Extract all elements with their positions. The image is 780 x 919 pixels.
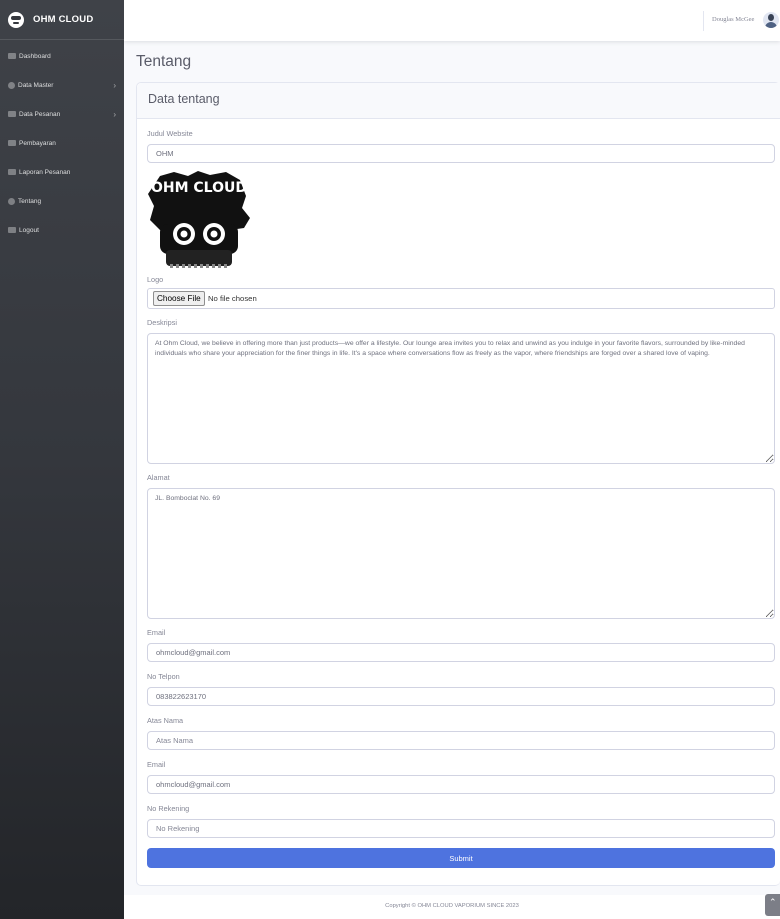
sidebar-item-data-master[interactable]: Data Master › <box>0 75 124 95</box>
no-telpon-input[interactable] <box>147 687 775 706</box>
sidebar-item-laporan-pesanan[interactable]: Laporan Pesanan <box>0 162 124 182</box>
report-icon <box>8 169 16 175</box>
sidebar-item-label: Data Master <box>18 81 54 89</box>
gear-icon <box>8 81 15 89</box>
chevron-right-icon: › <box>113 80 116 90</box>
file-status: No file chosen <box>208 294 257 303</box>
sidebar-item-dashboard[interactable]: Dashboard <box>0 46 124 66</box>
cart-icon <box>8 111 16 117</box>
atas-nama-label: Atas Nama <box>147 716 184 725</box>
brand-logo-icon <box>8 11 24 28</box>
dashboard-icon <box>8 53 16 59</box>
email-2-label: Email <box>147 760 166 769</box>
card-title: Data tentang <box>148 92 220 106</box>
user-name[interactable]: Douglas McGee <box>712 16 754 23</box>
logo-text: OHM CLOUD <box>151 180 247 196</box>
email-label: Email <box>147 628 166 637</box>
judul-website-label: Judul Website <box>147 129 193 138</box>
page-title: Tentang <box>136 53 192 70</box>
logo-label: Logo <box>147 275 164 284</box>
sidebar-brand[interactable]: OHM CLOUD <box>0 0 124 40</box>
sidebar-item-label: Pembayaran <box>19 139 56 147</box>
no-rekening-input[interactable] <box>147 819 775 838</box>
credit-card-icon <box>8 140 16 146</box>
avatar[interactable] <box>763 12 779 28</box>
email-input[interactable] <box>147 643 775 662</box>
logout-icon <box>8 227 16 233</box>
choose-file-button[interactable]: Choose File <box>153 291 205 306</box>
deskripsi-textarea[interactable]: At Ohm Cloud, we believe in offering mor… <box>147 333 775 464</box>
judul-website-input[interactable] <box>147 144 775 163</box>
footer: Copyright © OHM CLOUD VAPORIUM SINCE 202… <box>124 895 780 919</box>
sidebar-item-label: Laporan Pesanan <box>19 168 71 176</box>
sidebar-item-pembayaran[interactable]: Pembayaran <box>0 133 124 153</box>
topbar: Douglas McGee <box>124 0 780 41</box>
card-header: Data tentang <box>137 83 780 119</box>
alamat-label: Alamat <box>147 473 170 482</box>
sidebar: OHM CLOUD Dashboard Data Master › Data P… <box>0 0 124 919</box>
sidebar-item-label: Tentang <box>18 197 42 205</box>
no-telpon-label: No Telpon <box>147 672 180 681</box>
sidebar-item-label: Data Pesanan <box>19 110 61 118</box>
sidebar-item-tentang[interactable]: Tentang <box>0 191 124 211</box>
footer-copyright: Copyright © OHM CLOUD VAPORIUM SINCE 202… <box>385 903 519 909</box>
sidebar-item-logout[interactable]: Logout <box>0 220 124 240</box>
email-2-input[interactable] <box>147 775 775 794</box>
scroll-to-top-button[interactable]: ⌃ <box>765 894 780 916</box>
logo-file-input[interactable]: Choose File No file chosen <box>147 288 775 309</box>
brand-name: OHM CLOUD <box>33 14 94 25</box>
atas-nama-input[interactable] <box>147 731 775 750</box>
deskripsi-label: Deskripsi <box>147 318 178 327</box>
chevron-right-icon: › <box>113 109 116 119</box>
alamat-textarea[interactable]: JL. Bomboclat No. 69 <box>147 488 775 619</box>
submit-button[interactable]: Submit <box>147 848 775 868</box>
no-rekening-label: No Rekening <box>147 804 190 813</box>
topbar-divider <box>703 11 704 31</box>
sidebar-item-label: Logout <box>19 226 39 234</box>
info-icon <box>8 197 15 205</box>
logo-image: OHM CLOUD <box>148 171 250 268</box>
sidebar-item-data-pesanan[interactable]: Data Pesanan › <box>0 104 124 124</box>
sidebar-item-label: Dashboard <box>19 52 51 60</box>
chevron-up-icon: ⌃ <box>769 897 777 907</box>
